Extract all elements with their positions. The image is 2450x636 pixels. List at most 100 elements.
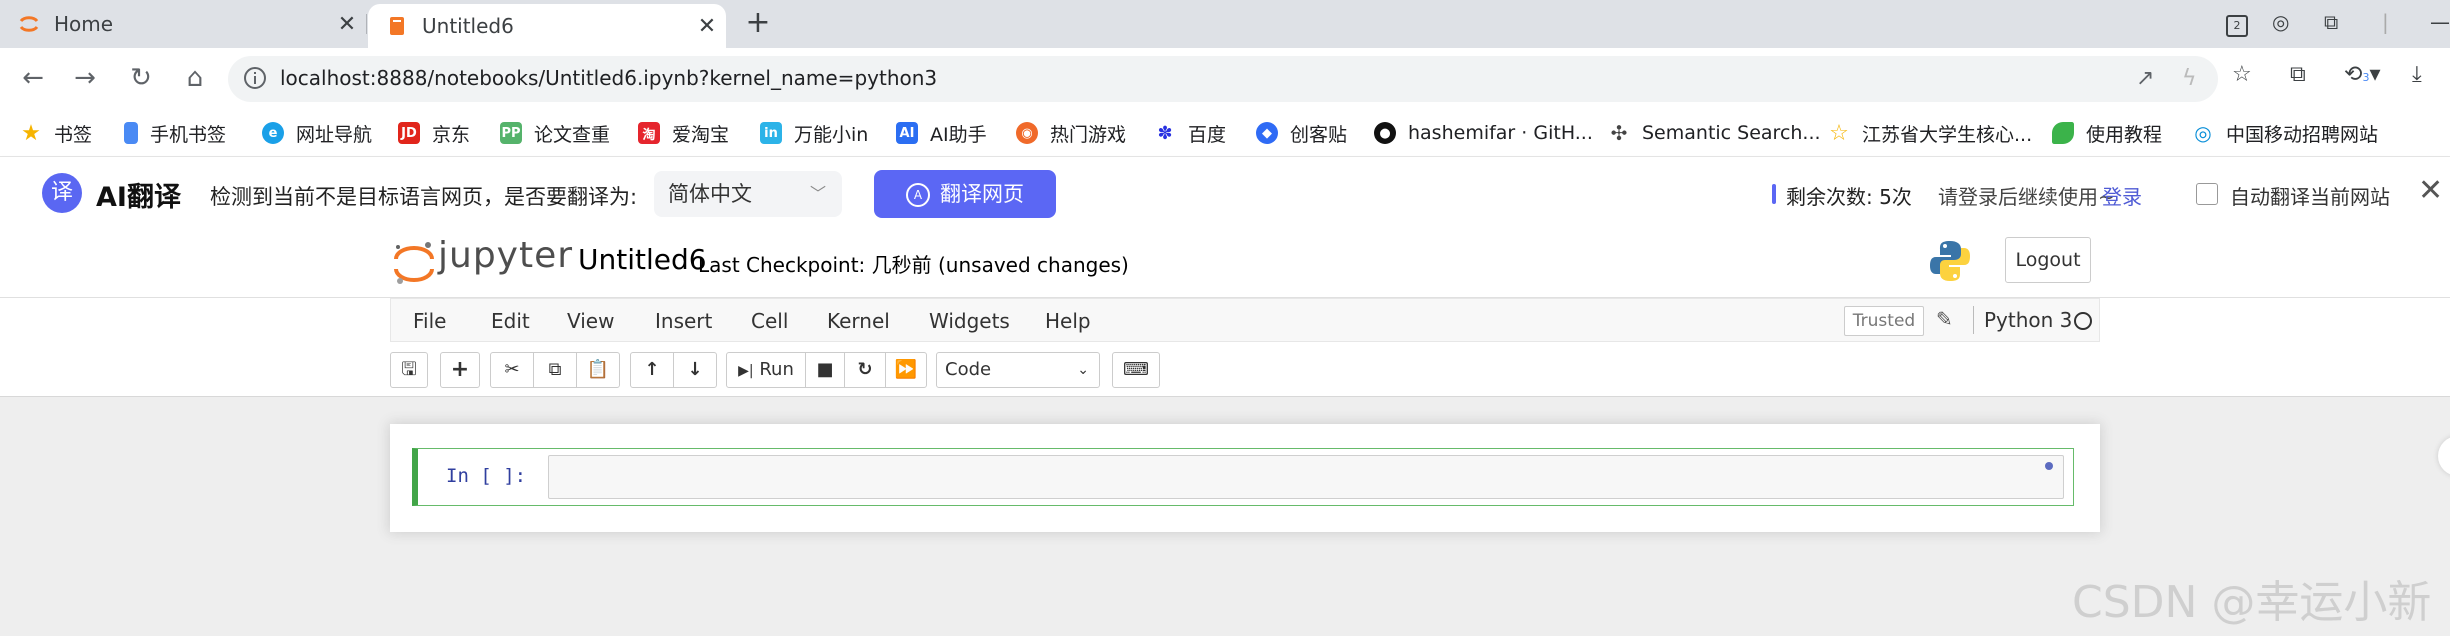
floating-assistant-button[interactable] (2438, 436, 2450, 476)
scissors-icon: ✂ (504, 359, 520, 380)
menu-view[interactable]: View (567, 309, 614, 333)
bookmark-label: 京东 (432, 123, 471, 146)
jupyter-favicon-icon (19, 16, 39, 32)
menu-insert[interactable]: Insert (655, 309, 712, 333)
menu-edit[interactable]: Edit (491, 309, 530, 333)
logout-button[interactable]: Logout (2005, 237, 2091, 283)
command-palette-button[interactable]: ⌨ (1112, 352, 1160, 388)
profile-sync-icon[interactable]: ⟲3▾ (2344, 62, 2380, 87)
move-down-button[interactable]: ↓ (673, 352, 717, 388)
window-divider: | (2382, 10, 2389, 34)
chevron-down-icon: ⌄ (1077, 362, 1089, 378)
reload-icon[interactable]: ↻ (124, 62, 158, 96)
jd-icon: JD (398, 122, 420, 144)
close-icon[interactable]: ✕ (2418, 173, 2443, 208)
home-icon[interactable]: ⌂ (178, 62, 212, 96)
tab-separator (366, 14, 367, 34)
cmcc-icon: ◎ (2194, 121, 2212, 145)
code-cell[interactable]: In [ ]: (412, 448, 2074, 506)
new-tab-button[interactable]: + (740, 6, 776, 42)
translate-icon: A (906, 183, 930, 207)
paste-button[interactable]: 📋 (576, 352, 620, 388)
menu-widgets[interactable]: Widgets (929, 309, 1010, 333)
cut-button[interactable]: ✂ (490, 352, 534, 388)
nav-icon: e (262, 122, 284, 144)
save-button[interactable]: 🖫 (390, 352, 428, 388)
login-tip: 请登录后继续使用~ (1938, 185, 2115, 209)
restart-button[interactable]: ↻ (844, 352, 886, 388)
pencil-icon[interactable]: ✎ (1936, 307, 1953, 331)
tab-home-label: Home (54, 12, 114, 36)
menu-help[interactable]: Help (1045, 309, 1091, 333)
bookmark-item[interactable]: 手机书签 (124, 110, 226, 156)
close-icon[interactable]: ✕ (688, 14, 726, 39)
bookmark-item[interactable]: ✣ Semantic Search... (1608, 110, 1821, 156)
share-icon[interactable]: ↗ (2136, 66, 2154, 91)
download-icon[interactable]: ⤓ (2412, 62, 2422, 87)
bookmark-item[interactable]: ◉ 热门游戏 (1016, 110, 1126, 156)
tab-untitled6[interactable]: Untitled6 ✕ (368, 4, 726, 48)
copy-button[interactable]: ⧉ (533, 352, 577, 388)
bookmark-label: 手机书签 (150, 123, 227, 146)
tab-home[interactable]: Home ✕ (0, 0, 366, 48)
bookmark-item[interactable]: 淘 爱淘宝 (638, 110, 729, 156)
bolt-icon[interactable]: ϟ (2182, 66, 2197, 91)
bookmark-star-icon[interactable]: ☆ (2232, 62, 2252, 87)
incognito-icon[interactable]: ◎ (2272, 10, 2289, 34)
jupyter-logo-icon[interactable] (392, 239, 436, 287)
python-logo-icon (1930, 241, 1970, 281)
auto-translate-label: 自动翻译当前网站 (2230, 185, 2390, 209)
auto-translate-checkbox[interactable] (2196, 183, 2218, 205)
minimize-icon[interactable]: — (2430, 10, 2450, 34)
move-up-button[interactable]: ↑ (630, 352, 674, 388)
remaining-count: 剩余次数: 5次 (1786, 185, 1912, 209)
ai-icon: AI (896, 122, 918, 144)
trusted-indicator[interactable]: Trusted (1844, 306, 1924, 336)
bookmark-item[interactable]: ☆ 江苏省大学生核心... (1828, 110, 2032, 156)
remaining-accent (1772, 184, 1776, 204)
run-button[interactable]: ▶| Run (726, 352, 806, 388)
code-input[interactable] (548, 455, 2064, 499)
cell-type-select[interactable]: Code ⌄ (936, 352, 1100, 388)
bookmark-item[interactable]: ● hashemifar · GitH... (1374, 110, 1593, 156)
run-label: Run (759, 359, 794, 380)
translate-page-button[interactable]: A 翻译网页 (874, 170, 1056, 218)
bookmark-item[interactable]: ✽ 百度 (1154, 110, 1226, 156)
arrow-up-icon: ↑ (644, 359, 660, 380)
site-info-icon[interactable] (242, 65, 268, 91)
menu-cell[interactable]: Cell (751, 309, 788, 333)
tab-untitled6-label: Untitled6 (422, 14, 514, 38)
login-link[interactable]: 登录 (2102, 181, 2142, 210)
target-language-value: 简体中文 (668, 182, 752, 206)
back-icon[interactable]: ← (16, 62, 50, 96)
address-url[interactable]: localhost:8888/notebooks/Untitled6.ipynb… (280, 66, 937, 90)
insert-cell-button[interactable]: + (440, 352, 480, 388)
bookmark-item[interactable]: 使用教程 (2052, 110, 2162, 156)
bookmark-item[interactable]: e 网址导航 (262, 110, 372, 156)
forward-icon[interactable]: → (68, 62, 102, 96)
bookmark-item[interactable]: JD 京东 (398, 110, 470, 156)
arrow-down-icon: ↓ (687, 359, 703, 380)
save-icon: 🖫 (401, 359, 417, 380)
menu-kernel[interactable]: Kernel (827, 309, 890, 333)
restart-run-all-button[interactable]: ⏩ (885, 352, 927, 388)
menu-file[interactable]: File (413, 309, 446, 333)
bookmark-item[interactable]: ◎ 中国移动招聘网站 (2192, 110, 2378, 156)
extensions-icon[interactable]: ⧉ (2324, 10, 2338, 34)
jupyter-logo-text[interactable]: jupyter (438, 235, 573, 276)
bookmark-item[interactable]: in 万能小in (760, 110, 868, 156)
notebook-name[interactable]: Untitled6 (578, 243, 707, 276)
extension-icon[interactable]: ⧉ (2290, 62, 2306, 87)
interrupt-button[interactable]: ■ (805, 352, 845, 388)
bookmark-item[interactable]: ★ 书签 (20, 110, 92, 156)
bookmark-item[interactable]: AI AI助手 (896, 110, 987, 156)
bookmark-item[interactable]: ◆ 创客贴 (1256, 110, 1347, 156)
bookmark-label: AI助手 (930, 123, 987, 146)
translate-bar: 译 AI翻译 检测到当前不是目标语言网页，是否要翻译为: 简体中文 ﹀ A 翻译网… (0, 157, 2450, 231)
bookmark-label: hashemifar · GitH... (1408, 122, 1593, 144)
close-icon[interactable]: ✕ (328, 12, 366, 37)
tab-count-icon[interactable]: 2 (2226, 10, 2248, 37)
address-bar[interactable]: localhost:8888/notebooks/Untitled6.ipynb… (228, 56, 2218, 102)
target-language-select[interactable]: 简体中文 ﹀ (654, 171, 842, 217)
bookmark-item[interactable]: PP 论文查重 (500, 110, 610, 156)
